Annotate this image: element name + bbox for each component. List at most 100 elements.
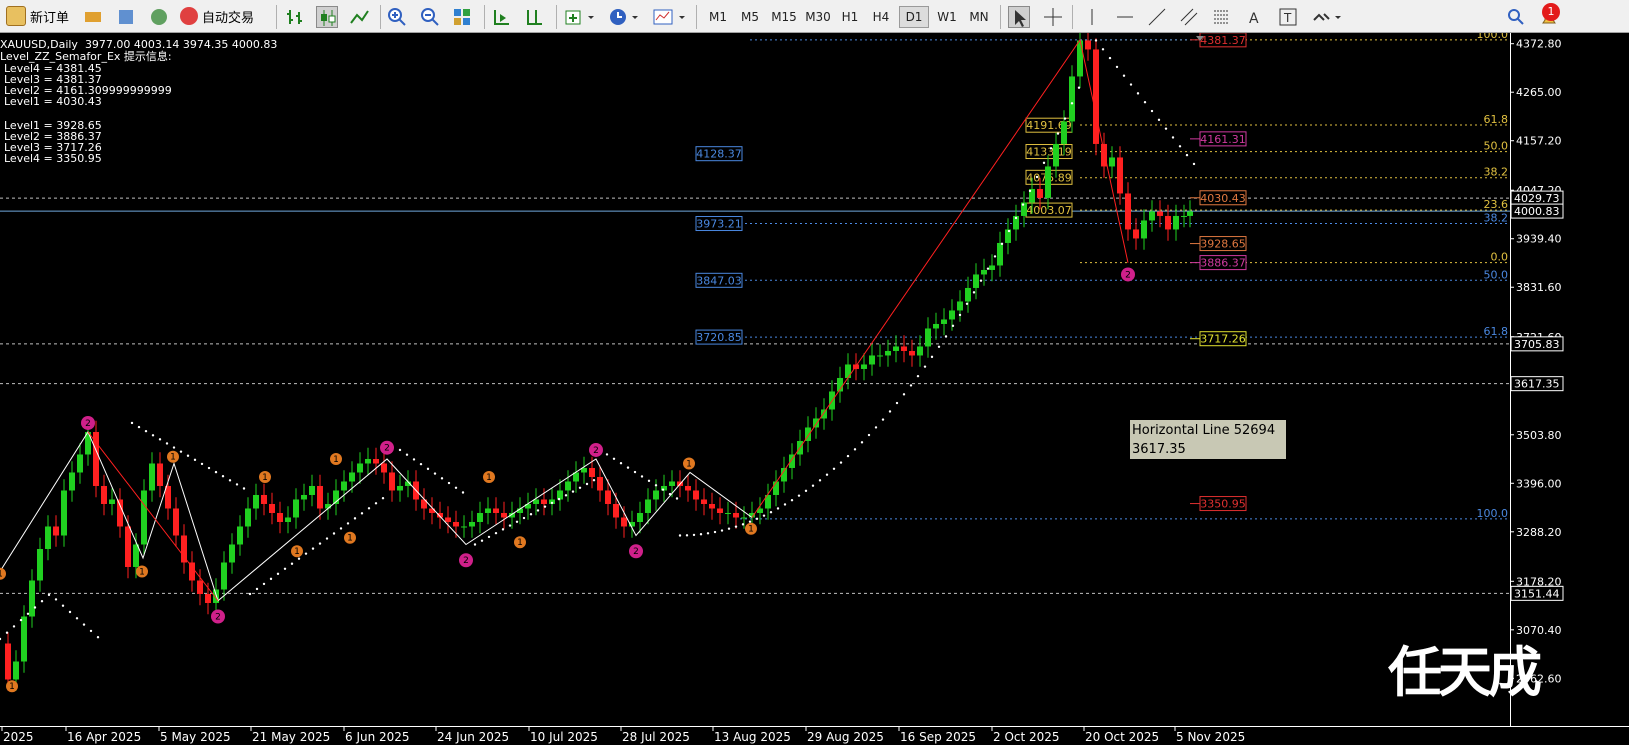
price-chart[interactable]: 4372.804265.004157.204047.203939.403831.… [0,33,1629,745]
candle-body [1109,157,1115,167]
vertical-line-icon[interactable] [1081,6,1103,28]
arrows-icon[interactable] [1310,6,1332,28]
timeframe-d1[interactable]: D1 [899,6,929,28]
sar-dot [228,479,232,482]
bar-chart-icon[interactable] [284,6,306,28]
watermark: 任天成 [1388,641,1542,704]
candle-body [237,526,243,545]
autoscroll-icon[interactable] [491,6,513,28]
candle-body [725,512,731,514]
sar-dot [433,472,437,475]
date-label: 6 Jun 2025 [345,730,410,744]
periods-icon[interactable] [607,6,629,28]
price-label: 4029.73 [1514,192,1560,205]
candle-body [5,643,11,680]
timeframe-h1[interactable]: H1 [835,6,865,28]
candle-body [157,463,163,486]
sar-dot [720,529,724,532]
semafor-marker-label: 1 [333,455,339,465]
candle-body [621,517,627,527]
sar-dot [130,421,134,425]
sar-dot [902,393,906,396]
candle-body [477,512,483,522]
line-chart-icon[interactable] [348,6,370,28]
price-tick-label: 3396.00 [1516,477,1562,490]
sar-dot [207,466,211,470]
chevron-down-icon[interactable] [1333,6,1343,28]
timeframe-m5[interactable]: M5 [735,6,765,28]
chevron-down-icon[interactable] [586,6,596,28]
sar-dot [1070,102,1074,105]
chevron-down-icon[interactable] [630,6,640,28]
sar-dot [248,592,252,596]
sar-dot [776,507,780,510]
text-icon[interactable]: A [1244,6,1266,28]
horizontal-line-icon[interactable] [1114,6,1136,28]
candle-body [1187,211,1193,216]
sar-dot [172,446,176,449]
sar-dot [33,606,37,609]
crosshair-icon[interactable] [1042,6,1064,28]
navigator-icon[interactable] [148,6,170,28]
candle-body [973,274,979,288]
price-label: 4000.83 [1514,205,1560,218]
text-label-icon[interactable]: T [1277,6,1299,28]
sar-dot [1056,132,1060,135]
timeframe-mn[interactable]: MN [964,6,994,28]
sar-dot [332,532,336,535]
candle-body [229,544,235,563]
chevron-down-icon[interactable] [677,6,687,28]
candle-body [461,526,467,528]
candle-body [173,508,179,536]
indicators-icon[interactable] [563,6,585,28]
search-icon[interactable] [1505,6,1527,28]
timeframe-m15[interactable]: M15 [767,6,801,28]
candle-body [349,472,355,482]
data-window-icon[interactable] [115,6,137,28]
sar-dot [741,523,745,526]
timeframe-h4[interactable]: H4 [866,6,896,28]
candle-body [493,508,499,513]
level-box-text: 3717.26 [1200,333,1246,346]
timeframe-m1[interactable]: M1 [703,6,733,28]
tile-windows-icon[interactable] [451,6,473,28]
zoom-out-icon[interactable] [419,6,441,28]
date-label: 20 Oct 2025 [1085,730,1159,744]
candle-body [149,463,155,491]
candle-body [1069,76,1075,122]
sar-dot [811,484,815,487]
sar-dot [909,384,913,387]
fibonacci-icon[interactable] [1210,6,1232,28]
new-order-button[interactable]: 新订单 [6,4,69,28]
sar-dot [1143,100,1147,104]
zoom-in-icon[interactable] [386,6,408,28]
timeframe-w1[interactable]: W1 [932,6,962,28]
candle-body [197,580,203,594]
templates-icon[interactable] [652,6,674,28]
cursor-icon[interactable] [1008,6,1030,28]
level-box-text: 3928.65 [1200,238,1246,251]
sar-dot [454,486,458,489]
market-watch-icon[interactable] [82,6,104,28]
fib-blue-label: 50.0 [1484,268,1509,281]
new-order-icon [6,6,26,26]
candle-body [109,499,115,504]
sar-dot [647,479,651,483]
sar-dot [585,482,589,486]
candle-body [669,481,675,486]
sar-dot [699,533,703,536]
chart-shift-icon[interactable] [524,6,546,28]
auto-trading-button[interactable]: 自动交易 [180,4,254,28]
sar-dot [769,510,773,514]
sar-dot [158,438,162,441]
trend-line-icon[interactable] [1146,6,1168,28]
equidistant-channel-icon[interactable] [1178,6,1200,28]
semafor-marker-label: 1 [139,567,145,577]
sar-dot [68,610,72,614]
sar-dot [846,454,850,458]
timeframe-m30[interactable]: M30 [801,6,835,28]
candlestick-icon[interactable] [316,6,338,28]
fib-blue-label: 100.0 [1477,507,1509,520]
sar-dot [1063,117,1067,120]
sar-dot [972,291,976,294]
